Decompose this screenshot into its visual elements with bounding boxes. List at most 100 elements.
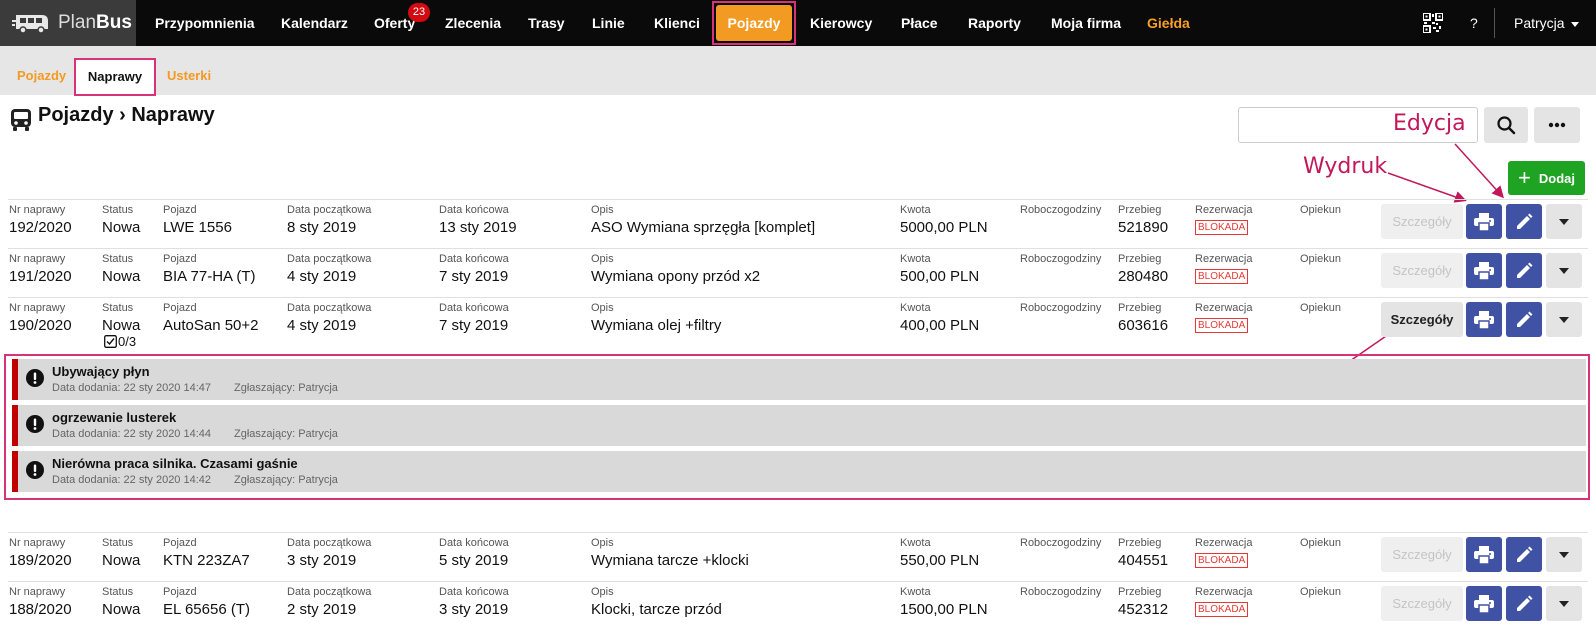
- cell-nr: Nr naprawy 191/2020: [9, 253, 72, 288]
- exclamation-icon: [26, 415, 44, 433]
- cell-reservation: Rezerwacja BLOKADA: [1195, 537, 1252, 568]
- column-label: Roboczogodziny: [1020, 253, 1102, 265]
- checklist-progress[interactable]: 0/3: [104, 334, 136, 349]
- details-button[interactable]: Szczegóły: [1381, 253, 1463, 288]
- column-label: Opis: [591, 204, 614, 216]
- exclamation-icon: [26, 461, 44, 479]
- nav-zlecenia[interactable]: Zlecenia: [445, 0, 501, 46]
- qr-code-icon[interactable]: [1423, 13, 1443, 33]
- column-label: Roboczogodziny: [1020, 302, 1102, 314]
- issue-title: ogrzewanie lusterek: [52, 410, 177, 425]
- cell-amount: Kwota 5000,00 PLN: [900, 204, 988, 239]
- issue-item[interactable]: Ubywający płyn Data dodania: 22 sty 2020 …: [12, 359, 1586, 400]
- cell-value: 2 sty 2019: [287, 601, 357, 618]
- column-label: Opiekun: [1300, 302, 1341, 314]
- print-button[interactable]: [1466, 204, 1502, 239]
- edit-button[interactable]: [1506, 302, 1542, 337]
- nav-moja-firma[interactable]: Moja firma: [1051, 0, 1121, 46]
- column-label: Rezerwacja: [1195, 537, 1253, 549]
- nav-przypomnienia[interactable]: Przypomnienia: [155, 0, 255, 46]
- help-button[interactable]: ?: [1470, 0, 1478, 46]
- printer-icon: [1474, 310, 1494, 329]
- subnav-usterki[interactable]: Usterki: [167, 46, 211, 95]
- print-button[interactable]: [1466, 302, 1502, 337]
- edit-button[interactable]: [1506, 204, 1542, 239]
- cell-value: 404551: [1118, 552, 1169, 569]
- column-label: Data początkowa: [287, 586, 372, 598]
- row-actions-dropdown[interactable]: [1546, 537, 1582, 572]
- subnav-naprawy[interactable]: Naprawy: [74, 58, 156, 96]
- nav-pojazdy[interactable]: Pojazdy: [716, 5, 792, 41]
- pencil-icon: [1517, 311, 1533, 327]
- page: PlanBus Przypomnienia Kalendarz Oferty 2…: [0, 0, 1596, 630]
- cell-value: 603616: [1118, 317, 1169, 334]
- column-label: Status: [102, 204, 134, 216]
- cell-vehicle: Pojazd AutoSan 50+2: [163, 302, 259, 337]
- cell-nr: Nr naprawy 189/2020: [9, 537, 72, 572]
- more-options-button[interactable]: [1534, 107, 1580, 143]
- table-row: Nr naprawy 190/2020 Status Nowa Pojazd AutoSa…: [8, 297, 1588, 349]
- cell-status: Status Nowa: [102, 537, 140, 572]
- print-button[interactable]: [1466, 586, 1502, 621]
- column-label: Opiekun: [1300, 586, 1341, 598]
- cell-value: 190/2020: [9, 317, 72, 334]
- cell-end-date: Data końcowa 7 sty 2019: [439, 302, 509, 337]
- details-button[interactable]: Szczegóły: [1381, 586, 1463, 621]
- search-button[interactable]: [1484, 107, 1528, 143]
- plus-icon: +: [1518, 165, 1531, 190]
- issue-item[interactable]: Nierówna praca silnika. Czasami gaśnie Da…: [12, 451, 1586, 492]
- details-button[interactable]: Szczegóły: [1381, 537, 1463, 572]
- cell-value: LWE 1556: [163, 219, 232, 236]
- cell-value: 5 sty 2019: [439, 552, 509, 569]
- cell-value: EL 65656 (T): [163, 601, 250, 618]
- cell-value: Wymiana opony przód x2: [591, 268, 761, 285]
- nav-klienci[interactable]: Klienci: [654, 0, 700, 46]
- column-label: Status: [102, 302, 134, 314]
- cell-value: 4 sty 2019: [287, 317, 357, 334]
- cell-start-date: Data początkowa 2 sty 2019: [287, 586, 371, 621]
- cell-reservation: Rezerwacja BLOKADA: [1195, 302, 1252, 333]
- search-icon: [1497, 116, 1516, 135]
- cell-mileage: Przebieg 404551: [1118, 537, 1168, 572]
- row-actions-dropdown[interactable]: [1546, 586, 1582, 621]
- table-row: Nr naprawy 188/2020 Status Nowa Pojazd EL 656…: [8, 581, 1588, 629]
- print-button[interactable]: [1466, 537, 1502, 572]
- details-button[interactable]: Szczegóły: [1381, 204, 1463, 239]
- cell-status: Status Nowa: [102, 253, 140, 288]
- row-actions-dropdown[interactable]: [1546, 204, 1582, 239]
- cell-start-date: Data początkowa 4 sty 2019: [287, 302, 371, 337]
- print-button[interactable]: [1466, 253, 1502, 288]
- nav-divider: [1494, 8, 1495, 38]
- cell-vehicle: Pojazd BIA 77-HA (T): [163, 253, 256, 288]
- nav-place[interactable]: Płace: [901, 0, 938, 46]
- top-nav: PlanBus Przypomnienia Kalendarz Oferty 2…: [0, 0, 1596, 46]
- cell-end-date: Data końcowa 5 sty 2019: [439, 537, 509, 572]
- issue-item[interactable]: ogrzewanie lusterek Data dodania: 22 sty …: [12, 405, 1586, 446]
- subnav-pojazdy[interactable]: Pojazdy: [17, 46, 66, 95]
- nav-kierowcy[interactable]: Kierowcy: [810, 0, 872, 46]
- column-label: Opis: [591, 537, 614, 549]
- edit-button[interactable]: [1506, 253, 1542, 288]
- edit-button[interactable]: [1506, 586, 1542, 621]
- cell-mileage: Przebieg 521890: [1118, 204, 1168, 239]
- cell-value: 13 sty 2019: [439, 219, 517, 236]
- cell-value: 3 sty 2019: [287, 552, 357, 569]
- cell-value: 191/2020: [9, 268, 72, 285]
- nav-gielda[interactable]: Giełda: [1147, 0, 1190, 46]
- cell-value: 7 sty 2019: [439, 268, 509, 285]
- column-label: Przebieg: [1118, 302, 1162, 314]
- logo[interactable]: PlanBus: [0, 0, 136, 46]
- row-actions-dropdown[interactable]: [1546, 302, 1582, 337]
- table-row: Nr naprawy 189/2020 Status Nowa Pojazd KTN 22…: [8, 532, 1588, 580]
- user-menu[interactable]: Patrycja: [1514, 0, 1579, 46]
- nav-raporty[interactable]: Raporty: [968, 0, 1021, 46]
- row-actions-dropdown[interactable]: [1546, 253, 1582, 288]
- nav-linie[interactable]: Linie: [592, 0, 625, 46]
- reservation-badge: BLOKADA: [1195, 220, 1249, 235]
- nav-trasy[interactable]: Trasy: [528, 0, 565, 46]
- add-button[interactable]: + Dodaj: [1508, 161, 1585, 195]
- edit-button[interactable]: [1506, 537, 1542, 572]
- nav-kalendarz[interactable]: Kalendarz: [281, 0, 348, 46]
- printer-icon: [1474, 594, 1494, 613]
- details-button[interactable]: Szczegóły: [1381, 302, 1463, 337]
